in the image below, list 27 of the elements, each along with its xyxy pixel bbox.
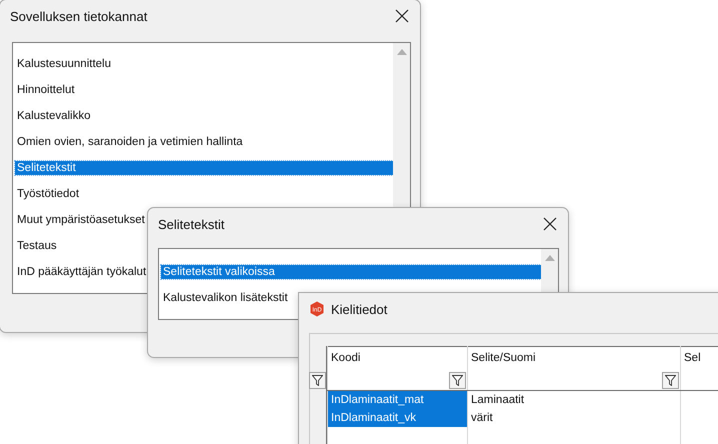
close-button[interactable] bbox=[542, 216, 558, 232]
window-title: Kielitiedot bbox=[331, 302, 388, 316]
filter-button[interactable] bbox=[662, 372, 679, 389]
table-cell[interactable]: InDlaminaatit_mat bbox=[328, 390, 468, 409]
filter-icon bbox=[665, 375, 676, 386]
table-cell[interactable]: Laminaatit bbox=[468, 390, 680, 409]
list-item[interactable]: Hinnoittelut bbox=[15, 83, 393, 97]
table-cell[interactable]: värit bbox=[468, 408, 680, 427]
column-header[interactable]: Sel bbox=[684, 352, 701, 364]
list-item[interactable]: Selitetekstit bbox=[15, 161, 393, 175]
window-title: Selitetekstit bbox=[158, 216, 226, 232]
list-item[interactable]: Selitetekstit valikoissa bbox=[161, 265, 541, 279]
window-title: Sovelluksen tietokannat bbox=[10, 8, 148, 24]
table-cell[interactable]: InDlaminaatit_vk bbox=[328, 408, 468, 427]
filter-button[interactable] bbox=[449, 372, 466, 389]
column-header[interactable]: Selite/Suomi bbox=[471, 352, 536, 364]
close-button[interactable] bbox=[394, 8, 410, 24]
list-item[interactable]: Omien ovien, saranoiden ja vetimien hallinta bbox=[15, 135, 393, 149]
filter-icon bbox=[312, 375, 323, 386]
filter-icon bbox=[452, 375, 463, 386]
close-icon bbox=[543, 217, 557, 231]
column-header[interactable]: Koodi bbox=[331, 352, 360, 364]
list-item[interactable]: Kalustevalikko bbox=[15, 109, 393, 123]
filter-button[interactable] bbox=[309, 372, 326, 389]
close-icon bbox=[395, 9, 409, 23]
list-item[interactable]: Työstötiedot bbox=[15, 187, 393, 201]
list-item[interactable]: Kalustesuunnittelu bbox=[15, 57, 393, 71]
